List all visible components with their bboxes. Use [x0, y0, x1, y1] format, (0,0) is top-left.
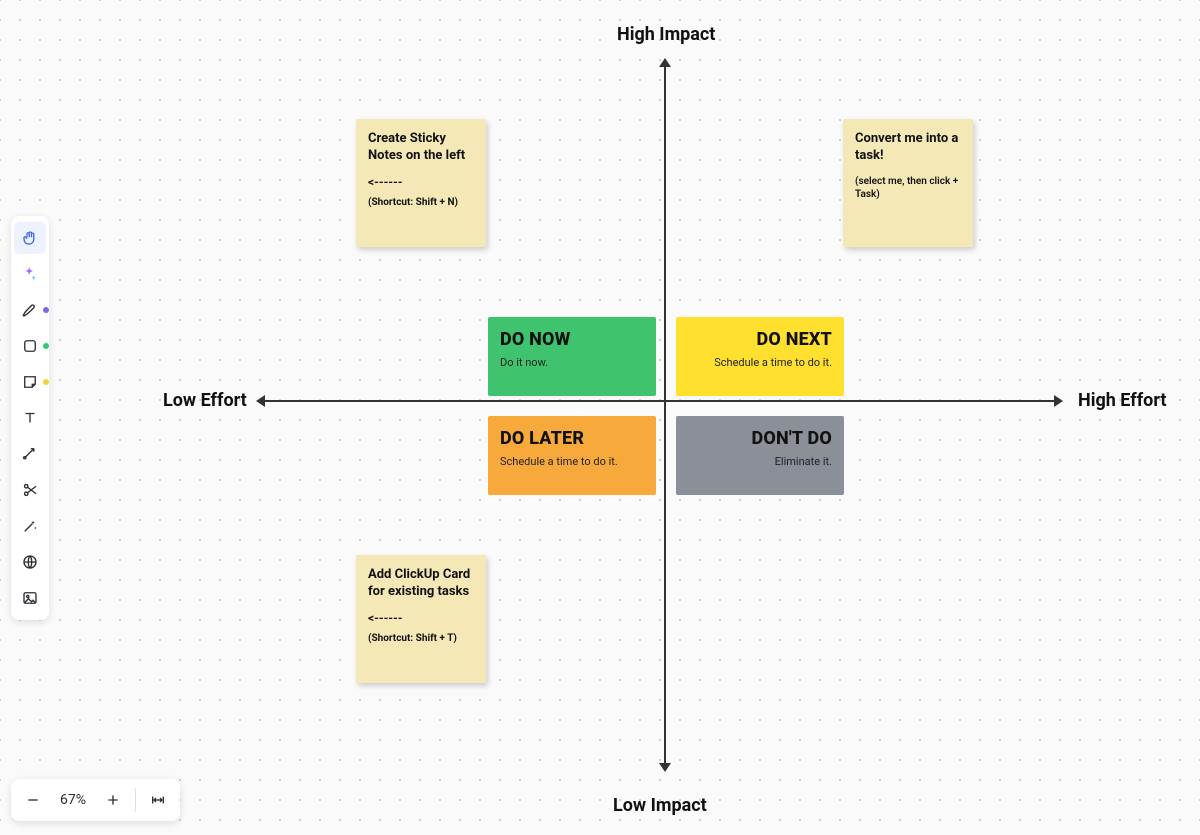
- toolbar: [11, 216, 49, 620]
- quadrant-dont-do[interactable]: DON'T DO Eliminate it.: [676, 416, 844, 495]
- tool-sticky-note[interactable]: [14, 366, 46, 398]
- quadrant-subtitle: Eliminate it.: [688, 455, 832, 468]
- tool-color-dot: [43, 307, 49, 313]
- quadrant-do-next[interactable]: DO NEXT Schedule a time to do it.: [676, 317, 844, 396]
- quadrant-subtitle: Schedule a time to do it.: [688, 356, 832, 369]
- quadrant-do-later[interactable]: DO LATER Schedule a time to do it.: [488, 416, 656, 495]
- zoom-out-button[interactable]: [17, 784, 49, 816]
- magic-wand-icon: [21, 517, 39, 535]
- tool-hand[interactable]: [14, 222, 46, 254]
- tool-shape[interactable]: [14, 330, 46, 362]
- scissors-icon: [21, 481, 39, 499]
- axis-label-bottom: Low Impact: [613, 795, 707, 816]
- quadrant-title: DO NOW: [500, 329, 644, 350]
- sticky-hint: (select me, then click + Task): [855, 175, 961, 201]
- connector-icon: [21, 445, 39, 463]
- zoom-control: 67%: [11, 779, 180, 821]
- quadrant-title: DO LATER: [500, 428, 644, 449]
- sticky-title: Convert me into a task!: [855, 131, 961, 165]
- tool-pen[interactable]: [14, 294, 46, 326]
- axis-label-right: High Effort: [1078, 390, 1166, 411]
- axis-label-top: High Impact: [617, 24, 715, 45]
- axis-label-left: Low Effort: [163, 390, 247, 411]
- axis-arrow-down-icon: [659, 763, 671, 772]
- tool-text[interactable]: [14, 402, 46, 434]
- axis-vertical: [664, 65, 666, 765]
- tool-embed[interactable]: [14, 474, 46, 506]
- sticky-arrow: <------: [368, 611, 474, 625]
- fit-width-icon: [150, 792, 166, 808]
- pen-icon: [21, 301, 39, 319]
- quadrant-subtitle: Schedule a time to do it.: [500, 455, 644, 468]
- sticky-arrow: <------: [368, 175, 474, 189]
- tool-color-dot: [43, 343, 49, 349]
- ai-sparkle-icon: [21, 265, 39, 283]
- zoom-fit-button[interactable]: [142, 784, 174, 816]
- plus-icon: [105, 792, 121, 808]
- quadrant-title: DO NEXT: [688, 329, 832, 350]
- zoom-level[interactable]: 67%: [53, 792, 93, 808]
- divider: [135, 788, 136, 812]
- sticky-hint: (Shortcut: Shift + T): [368, 633, 474, 644]
- axis-arrow-left-icon: [256, 395, 265, 407]
- tool-ai[interactable]: [14, 258, 46, 290]
- tool-image[interactable]: [14, 582, 46, 614]
- text-icon: [21, 409, 39, 427]
- tool-magic[interactable]: [14, 510, 46, 542]
- axis-horizontal: [263, 400, 1056, 402]
- sticky-note-create-notes[interactable]: Create Sticky Notes on the left <------ …: [356, 119, 486, 247]
- tool-connector[interactable]: [14, 438, 46, 470]
- zoom-in-button[interactable]: [97, 784, 129, 816]
- axis-arrow-right-icon: [1054, 395, 1063, 407]
- sticky-note-convert-task[interactable]: Convert me into a task! (select me, then…: [843, 119, 973, 247]
- image-icon: [21, 589, 39, 607]
- tool-web[interactable]: [14, 546, 46, 578]
- sticky-hint: (Shortcut: Shift + N): [368, 197, 474, 208]
- globe-icon: [21, 553, 39, 571]
- sticky-title: Add ClickUp Card for existing tasks: [368, 567, 474, 601]
- axis-arrow-up-icon: [659, 58, 671, 67]
- minus-icon: [25, 792, 41, 808]
- sticky-note-add-card[interactable]: Add ClickUp Card for existing tasks <---…: [356, 555, 486, 683]
- square-icon: [21, 337, 39, 355]
- sticky-title: Create Sticky Notes on the left: [368, 131, 474, 165]
- quadrant-title: DON'T DO: [688, 428, 832, 449]
- quadrant-subtitle: Do it now.: [500, 356, 644, 369]
- quadrant-do-now[interactable]: DO NOW Do it now.: [488, 317, 656, 396]
- sticky-note-icon: [21, 373, 39, 391]
- hand-icon: [21, 229, 39, 247]
- tool-color-dot: [43, 379, 49, 385]
